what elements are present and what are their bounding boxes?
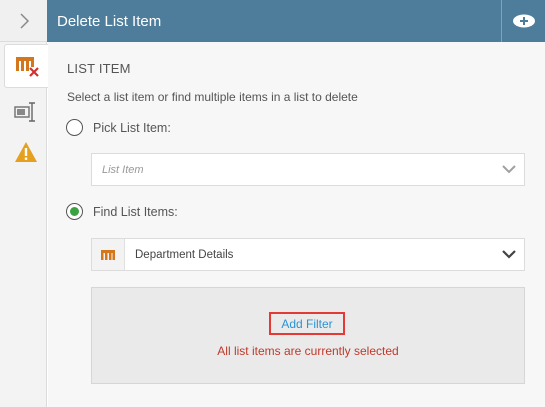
chevron-down-icon (494, 250, 524, 259)
add-button[interactable] (502, 0, 545, 42)
panel-header: Delete List Item (47, 0, 545, 42)
pick-list-item-radio[interactable] (66, 119, 83, 136)
list-item-placeholder: List Item (102, 163, 144, 176)
pick-list-item-option[interactable]: Pick List Item: (66, 119, 171, 136)
plus-circle-icon (512, 14, 535, 28)
find-list-items-label: Find List Items: (93, 204, 178, 219)
expand-button[interactable] (0, 0, 47, 42)
warning-icon (14, 142, 37, 162)
text-input-icon (13, 102, 35, 122)
list-item-select[interactable]: List Item (91, 153, 525, 186)
selection-status-message: All list items are currently selected (217, 344, 399, 358)
find-list-items-option[interactable]: Find List Items: (66, 203, 178, 220)
list-select[interactable]: Department Details (91, 238, 525, 271)
list-select-value: Department Details (135, 248, 234, 261)
left-rail (0, 0, 48, 407)
tab-input[interactable] (4, 90, 47, 134)
main-panel: LIST ITEM Select a list item or find mul… (48, 42, 545, 407)
list-icon (92, 239, 125, 270)
section-description: Select a list item or find multiple item… (67, 90, 358, 104)
page-title: Delete List Item (57, 12, 162, 30)
filter-area: Add Filter All list items are currently … (91, 287, 525, 384)
tab-delete-list-item[interactable] (4, 44, 48, 88)
find-list-items-radio[interactable] (66, 203, 83, 220)
chevron-right-icon (19, 12, 29, 29)
list-delete-icon (15, 57, 39, 77)
radio-selected-dot (70, 207, 79, 216)
pick-list-item-label: Pick List Item: (93, 120, 171, 135)
chevron-down-icon (494, 165, 524, 174)
add-filter-link[interactable]: Add Filter (269, 312, 345, 335)
tab-warning[interactable] (4, 130, 47, 174)
section-title: LIST ITEM (67, 61, 131, 76)
